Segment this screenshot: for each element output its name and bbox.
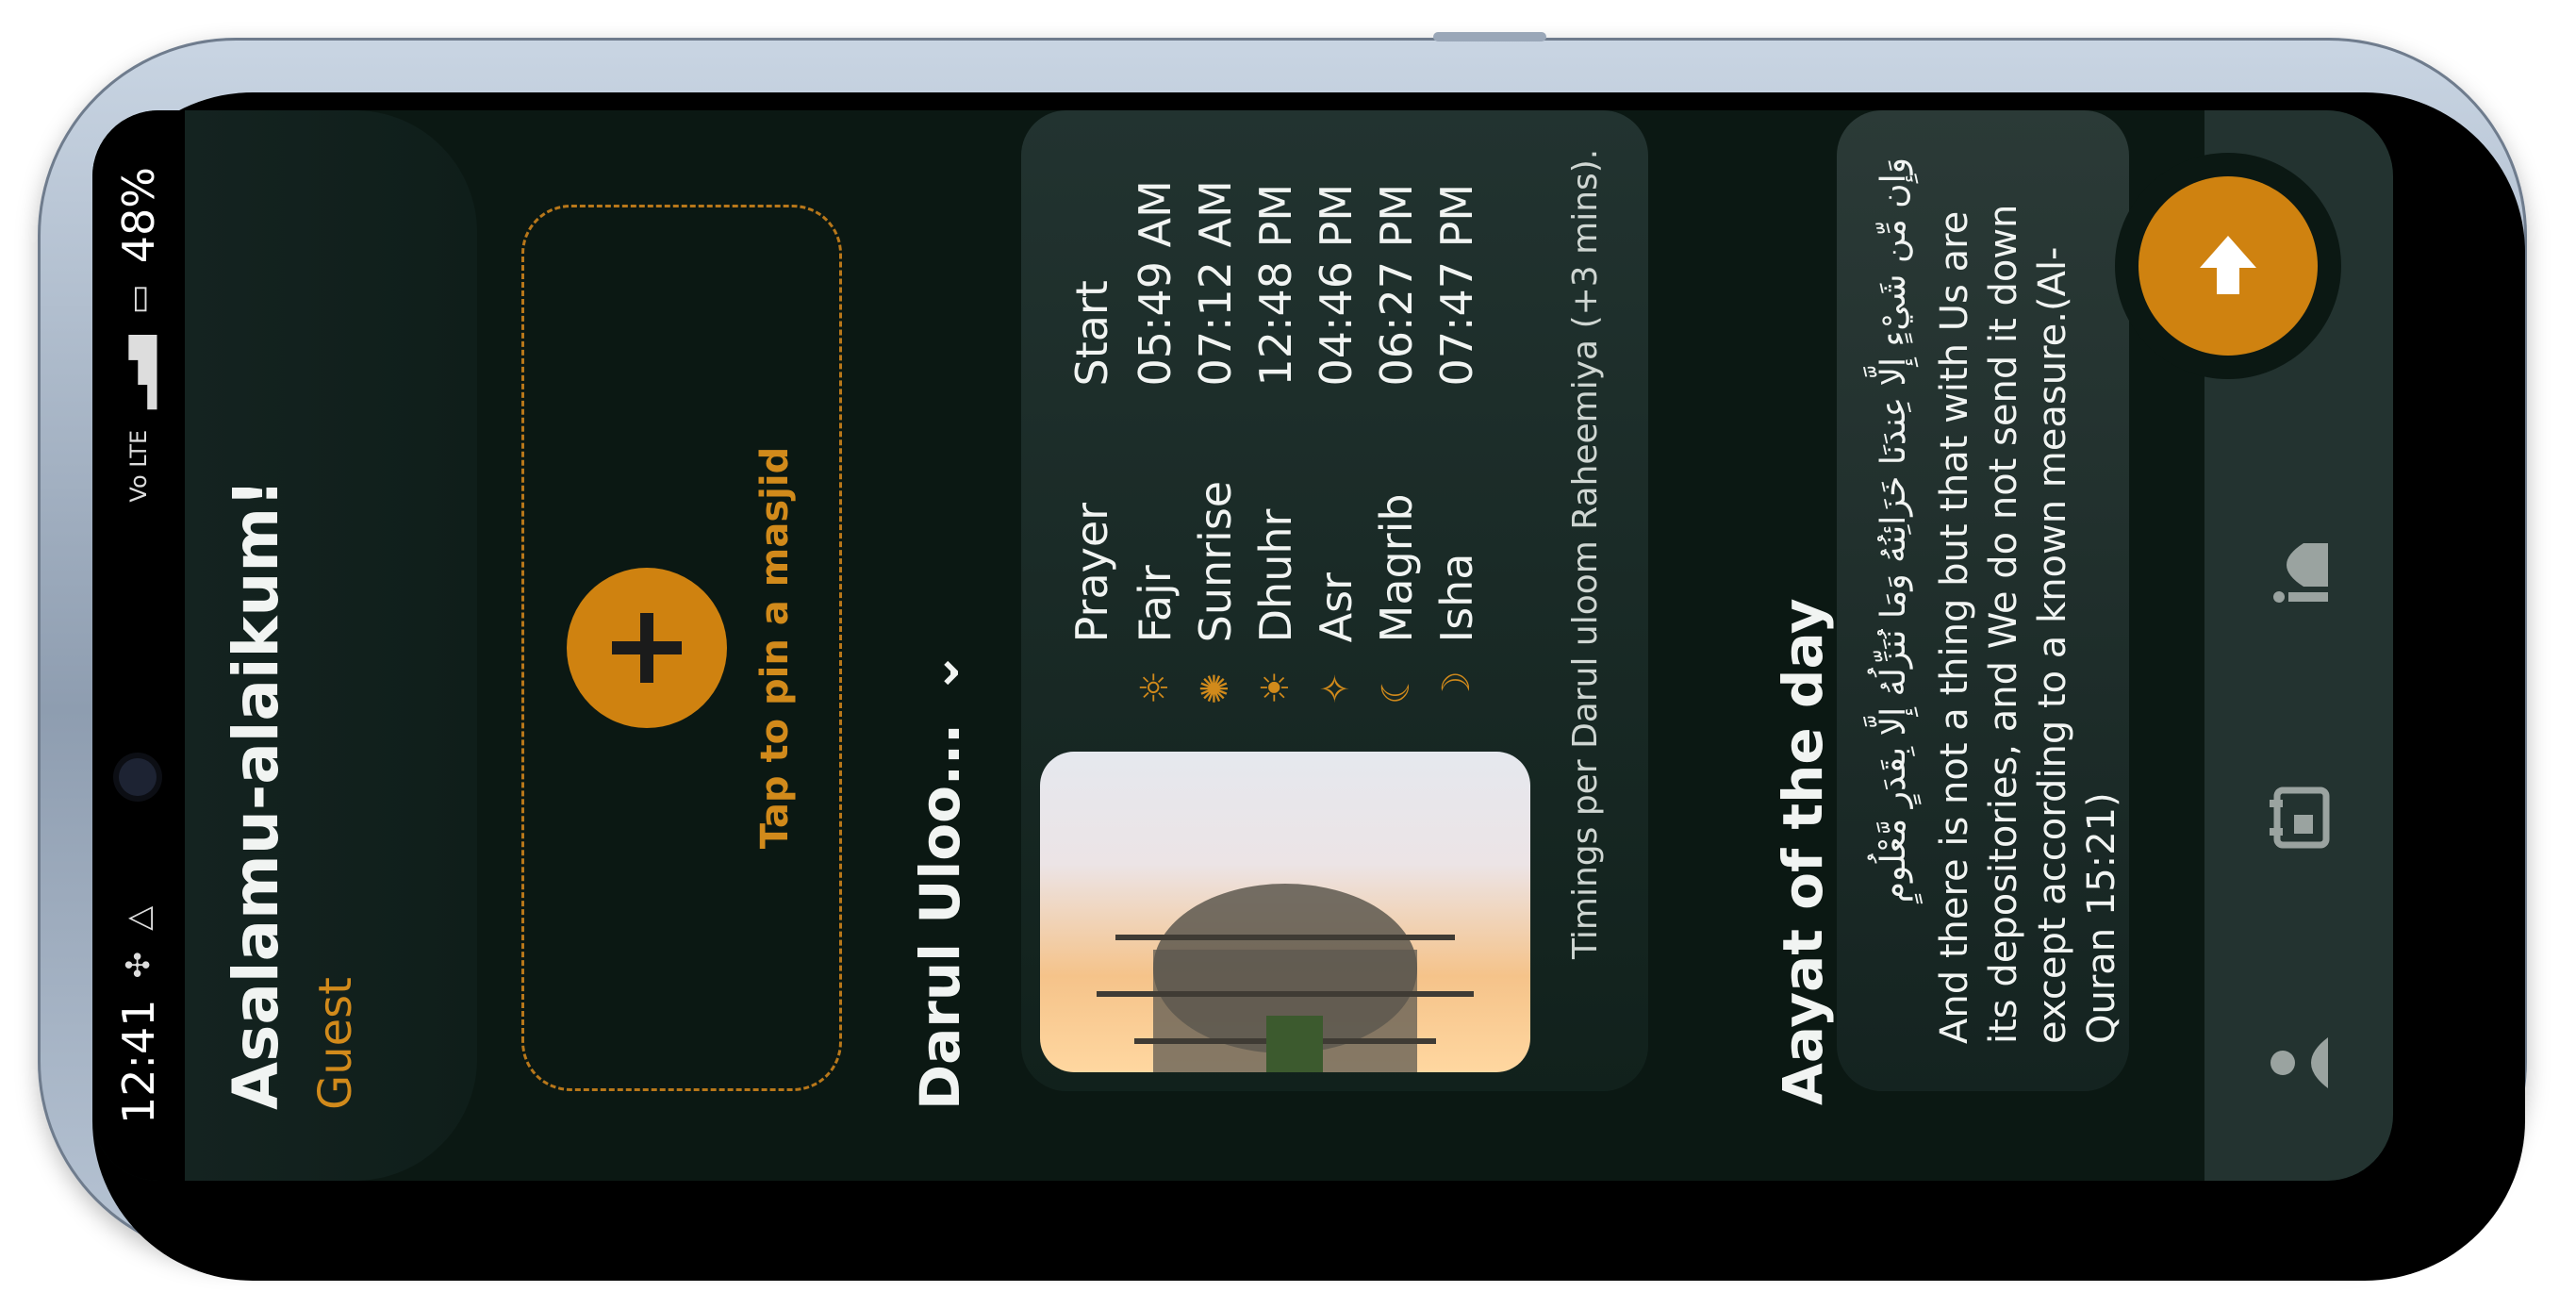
signal-icon: ▂▄▆	[120, 335, 157, 409]
add-masjid-button[interactable]	[567, 568, 727, 728]
mosque-icon[interactable]	[2256, 530, 2341, 615]
header: Asalamu-alaikum! Guest	[185, 110, 477, 1181]
timings-header-row: Prayer Start	[1059, 139, 1125, 704]
pin-masjid-card[interactable]: Tap to pin a masjid	[521, 205, 842, 1091]
prayer-name: Sunrise	[1190, 480, 1241, 643]
prayer-name: Asr	[1311, 572, 1362, 643]
aayat-arabic: وَإِن مِّن شَيْءٍ إِلَّا عِندَنَا خَزَائ…	[1874, 157, 1913, 903]
moon-icon: ☽	[1435, 671, 1478, 704]
masjid-image	[1040, 752, 1530, 1072]
masjid-illustration	[1097, 884, 1474, 1072]
app-screen: 12:41 ✣ △ Vo LTE ▂▄▆ ▭ 48% Asalamu-alaik…	[92, 110, 2393, 1181]
plus-icon	[612, 613, 682, 683]
masjid-selector[interactable]: Darul Uloo... ⌄	[908, 651, 972, 1110]
aayat-translation: And there is not a thing but that with U…	[1933, 204, 2123, 1044]
bottom-navigation	[2138, 110, 2393, 1181]
prayer-time: 04:46 PM	[1311, 183, 1362, 387]
masjid-name: Darul Uloo...	[908, 722, 972, 1110]
aayat-card: وَإِن مِّن شَيْءٍ إِلَّا عِندَنَا خَزَائ…	[1837, 110, 2129, 1091]
table-row: ☽ Isha 07:47 PM	[1427, 139, 1487, 704]
aayat-title: Aayat of the day	[1771, 598, 1835, 1105]
table-row: ✺ Sunrise 07:12 AM	[1185, 139, 1246, 704]
prayer-name: Fajr	[1130, 565, 1181, 643]
home-fab-button[interactable]	[2138, 176, 2318, 356]
prayer-time: 07:12 AM	[1190, 180, 1241, 387]
table-row: ☾ Magrib 06:27 PM	[1366, 139, 1427, 704]
timings-table: Prayer Start ☼ Fajr 05:49 AM ✺ Sunrise 0…	[1059, 139, 1487, 704]
sun-small-icon: ✧	[1314, 672, 1358, 704]
column-header-start: Start	[1066, 280, 1117, 387]
volume-button	[1433, 32, 1546, 41]
battery-level: 48%	[113, 167, 164, 264]
sun-icon: ☀	[1254, 671, 1297, 704]
prayer-name: Dhuhr	[1250, 508, 1301, 643]
drive-icon: △	[120, 905, 157, 931]
gear-sun-icon: ✺	[1194, 672, 1237, 704]
slack-icon: ✣	[120, 951, 157, 979]
prayer-name: Isha	[1431, 553, 1482, 643]
user-name[interactable]: Guest	[309, 977, 362, 1110]
column-header-prayer: Prayer	[1066, 502, 1117, 643]
nav-items	[2256, 530, 2341, 1105]
prayer-timings-card: Prayer Start ☼ Fajr 05:49 AM ✺ Sunrise 0…	[1021, 110, 1648, 1091]
table-row: ☀ Dhuhr 12:48 PM	[1246, 139, 1306, 704]
sunrise-icon: ☼	[1133, 671, 1177, 704]
battery-icon: ▭	[120, 284, 157, 315]
table-row: ☼ Fajr 05:49 AM	[1125, 139, 1185, 704]
sunset-icon: ☾	[1375, 671, 1418, 704]
prayer-time: 07:47 PM	[1431, 183, 1482, 387]
person-icon[interactable]	[2256, 1020, 2341, 1105]
prayer-name: Magrib	[1371, 493, 1422, 643]
prayer-time: 12:48 PM	[1250, 183, 1301, 387]
calendar-icon[interactable]	[2256, 775, 2341, 860]
prayer-time: 06:27 PM	[1371, 183, 1422, 387]
table-row: ✧ Asr 04:46 PM	[1306, 139, 1366, 704]
network-label: Vo LTE	[125, 429, 152, 503]
status-bar: 12:41 ✣ △ Vo LTE ▂▄▆ ▭ 48%	[92, 110, 185, 1181]
chevron-down-icon[interactable]: ⌄	[910, 651, 971, 695]
greeting: Asalamu-alaikum!	[220, 478, 292, 1110]
prayer-time: 05:49 AM	[1130, 180, 1181, 387]
timings-note: Timings per Darul uloom Raheemiya (+3 mi…	[1566, 148, 1605, 959]
arrow-right-icon	[2200, 236, 2256, 294]
status-time: 12:41	[113, 999, 164, 1124]
pin-masjid-label: Tap to pin a masjid	[753, 446, 797, 850]
front-camera	[119, 758, 157, 797]
